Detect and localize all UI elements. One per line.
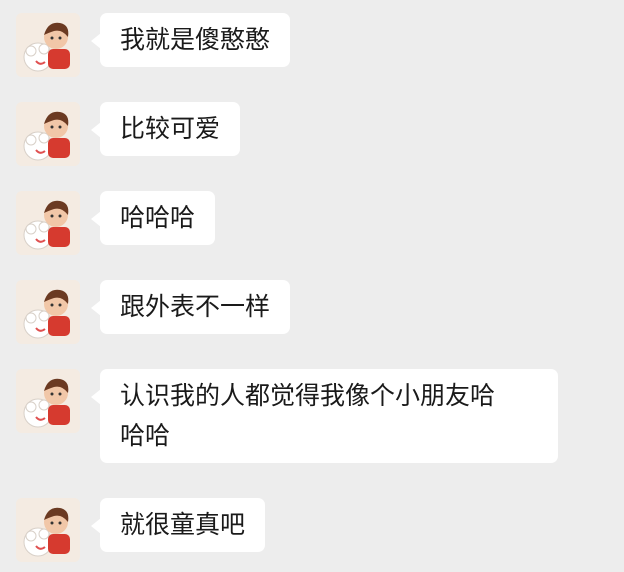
avatar-icon [16, 369, 80, 433]
avatar-icon [16, 191, 80, 255]
avatar-icon [16, 13, 80, 77]
message-bubble: 比较可爱 [90, 102, 241, 156]
chat-area: 我就是傻憨憨 比较可爱 哈哈哈 跟外表不一样 认识我的人都觉得我像个小朋友哈 哈… [0, 0, 624, 572]
sender-avatar[interactable] [16, 369, 80, 433]
sender-avatar[interactable] [16, 13, 80, 77]
sender-avatar[interactable] [16, 102, 80, 166]
avatar-icon [16, 280, 80, 344]
sender-avatar[interactable] [16, 498, 80, 562]
message-bubble: 哈哈哈 [90, 191, 216, 245]
message-bubble: 跟外表不一样 [90, 280, 291, 334]
message-bubble: 就很童真吧 [90, 498, 266, 552]
message-bubble: 我就是傻憨憨 [90, 13, 291, 67]
message-bubble: 认识我的人都觉得我像个小朋友哈 哈哈 [91, 369, 558, 463]
sender-avatar[interactable] [16, 280, 80, 344]
avatar-icon [16, 102, 80, 166]
avatar-icon [16, 498, 80, 562]
sender-avatar[interactable] [16, 191, 80, 255]
